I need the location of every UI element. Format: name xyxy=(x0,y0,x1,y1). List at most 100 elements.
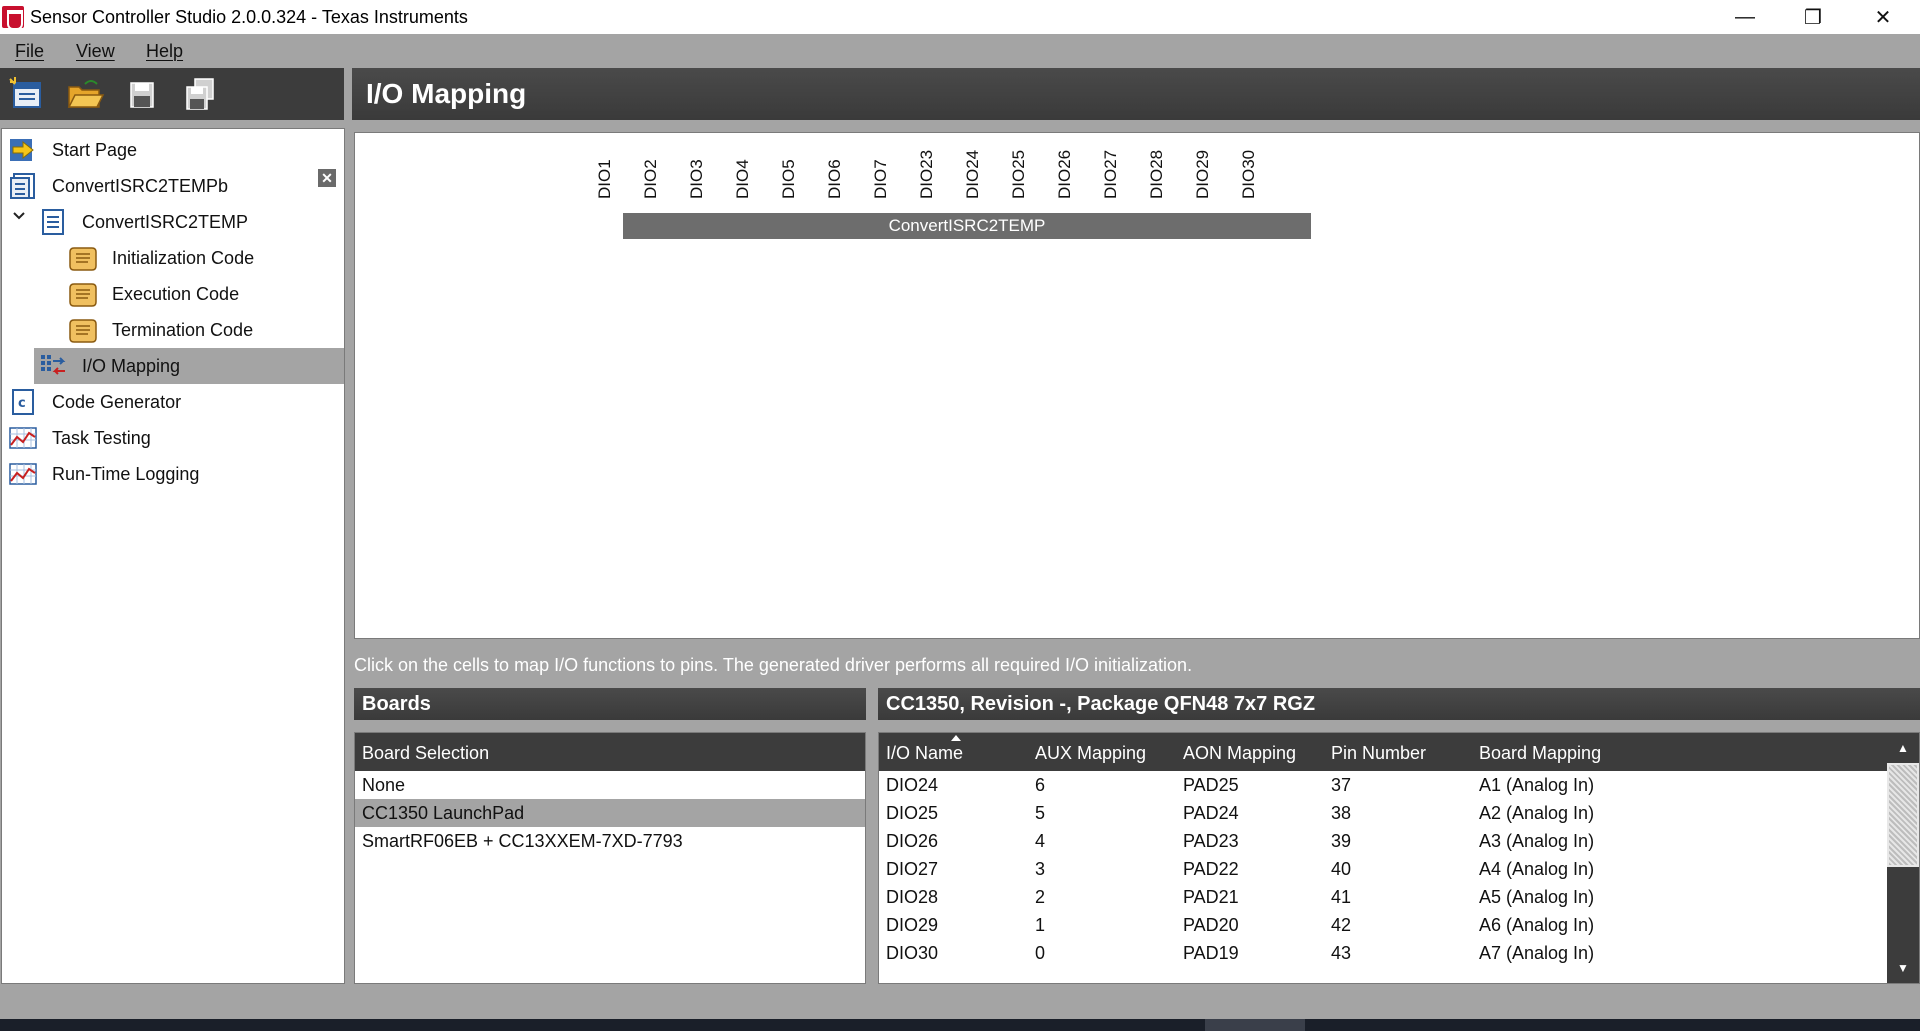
tree-item-execution-code[interactable]: Execution Code xyxy=(68,276,344,312)
menu-view[interactable]: View xyxy=(76,41,115,62)
window-title: Sensor Controller Studio 2.0.0.324 - Tex… xyxy=(30,7,468,27)
pin-column-header[interactable]: DIO25 xyxy=(991,143,1037,203)
pin-column-header[interactable]: DIO2 xyxy=(623,143,669,203)
tree-label: Termination Code xyxy=(112,319,254,340)
tree-item-task[interactable]: ConvertISRC2TEMP xyxy=(38,204,344,240)
minimize-button[interactable]: — xyxy=(1710,0,1780,34)
tree-item-task-testing[interactable]: Task Testing xyxy=(8,420,344,456)
title-bar: Sensor Controller Studio 2.0.0.324 - Tex… xyxy=(0,0,1920,34)
table-row[interactable]: DIO27 3 PAD22 40 A4 (Analog In) xyxy=(879,855,1887,883)
pin-column-header[interactable]: DIO26 xyxy=(1037,143,1083,203)
column-header-aux-mapping[interactable]: AUX Mapping xyxy=(1035,743,1146,764)
column-header-board-selection[interactable]: Board Selection xyxy=(362,743,489,764)
pin-column-header[interactable]: DIO1 xyxy=(577,143,623,203)
column-header-pin-number[interactable]: Pin Number xyxy=(1331,743,1426,764)
menu-file[interactable]: File xyxy=(15,41,44,62)
chip-header: CC1350, Revision -, Package QFN48 7x7 RG… xyxy=(878,688,1920,720)
pin-label: DIO24 xyxy=(963,149,982,199)
column-header-board-mapping[interactable]: Board Mapping xyxy=(1479,743,1601,764)
new-project-icon[interactable] xyxy=(8,75,48,113)
table-cell: 0 xyxy=(1035,943,1046,963)
task-row[interactable]: ConvertISRC2TEMP xyxy=(623,213,1311,239)
tree-label: I/O Mapping xyxy=(82,355,181,376)
scroll-up-icon[interactable]: ▲ xyxy=(1887,733,1919,763)
pin-column-header[interactable]: DIO7 xyxy=(853,143,899,203)
column-header-aon-mapping[interactable]: AON Mapping xyxy=(1183,743,1296,764)
pin-column-header[interactable]: DIO24 xyxy=(945,143,991,203)
scroll-thumb[interactable] xyxy=(1889,765,1917,865)
table-cell: 2 xyxy=(1035,887,1046,907)
pin-column-header[interactable]: DIO28 xyxy=(1129,143,1175,203)
table-row[interactable]: DIO24 6 PAD25 37 A1 (Analog In) xyxy=(879,771,1887,799)
tree-item-termination-code[interactable]: Termination Code xyxy=(68,312,344,348)
chevron-down-icon[interactable] xyxy=(12,209,26,223)
menu-help[interactable]: Help xyxy=(146,41,183,62)
tree-item-project[interactable]: ConvertISRC2TEMPb xyxy=(8,168,308,204)
table-cell: 41 xyxy=(1331,887,1352,907)
project-icon xyxy=(10,173,35,199)
pin-column-header[interactable]: DIO4 xyxy=(715,143,761,203)
table-cell: DIO29 xyxy=(886,915,939,935)
pin-column-header[interactable]: DIO27 xyxy=(1083,143,1129,203)
tree-item-start-page[interactable]: Start Page xyxy=(8,132,344,168)
scroll-track[interactable] xyxy=(1887,867,1919,953)
table-cell: 5 xyxy=(1035,803,1046,823)
table-cell: DIO28 xyxy=(886,887,939,907)
scroll-down-icon[interactable]: ▼ xyxy=(1887,953,1919,983)
tree-item-code-generator[interactable]: c Code Generator xyxy=(8,384,344,420)
open-folder-icon[interactable] xyxy=(65,75,105,113)
vertical-scrollbar[interactable]: ▲ ▼ xyxy=(1887,733,1919,983)
table-cell: 40 xyxy=(1331,859,1352,879)
table-row[interactable]: DIO30 0 PAD19 43 A7 (Analog In) xyxy=(879,939,1887,967)
board-row-none[interactable]: None xyxy=(355,771,865,799)
code-generator-icon: c xyxy=(12,389,34,415)
pin-label: DIO4 xyxy=(733,159,752,199)
pin-label: DIO28 xyxy=(1147,149,1166,199)
table-cell: 42 xyxy=(1331,915,1352,935)
taskbar-active-item[interactable] xyxy=(1205,1019,1305,1031)
pin-label: DIO26 xyxy=(1055,149,1074,199)
page-header: I/O Mapping xyxy=(352,68,1920,120)
table-cell: 1 xyxy=(1035,915,1046,935)
pin-column-header[interactable]: DIO6 xyxy=(807,143,853,203)
io-mapping-grid: DIO1 DIO2 DIO3 DIO4 DIO5 DIO6 DIO7 DIO23 DIO24 DI… xyxy=(354,132,1920,639)
table-cell: A1 (Analog In) xyxy=(1479,775,1595,795)
board-row-smartrf06eb[interactable]: SmartRF06EB + CC13XXEM-7XD-7793 xyxy=(355,827,865,855)
pin-column-header[interactable]: DIO23 xyxy=(899,143,945,203)
table-row[interactable]: DIO25 5 PAD24 38 A2 (Analog In) xyxy=(879,799,1887,827)
table-cell: PAD19 xyxy=(1183,943,1239,963)
close-project-button[interactable]: ✕ xyxy=(318,169,336,187)
pin-column-header[interactable]: DIO5 xyxy=(761,143,807,203)
table-cell: PAD21 xyxy=(1183,887,1239,907)
pin-column-header[interactable]: DIO29 xyxy=(1175,143,1221,203)
table-cell: PAD25 xyxy=(1183,775,1239,795)
pin-label: DIO5 xyxy=(779,159,798,199)
tree-item-io-mapping[interactable]: I/O Mapping xyxy=(34,348,344,384)
pin-column-header[interactable]: DIO30 xyxy=(1221,143,1267,203)
tree-label: Start Page xyxy=(52,139,138,160)
io-mapping-icon xyxy=(41,355,66,375)
pin-table-header: I/O Name AUX Mapping AON Mapping Pin Num… xyxy=(879,733,1919,771)
page-title: I/O Mapping xyxy=(366,78,527,109)
table-row[interactable]: DIO28 2 PAD21 41 A5 (Analog In) xyxy=(879,883,1887,911)
save-all-icon[interactable] xyxy=(180,75,220,113)
pin-label: DIO23 xyxy=(917,149,936,199)
table-cell: A3 (Analog In) xyxy=(1479,831,1595,851)
tree-item-initialization-code[interactable]: Initialization Code xyxy=(68,240,344,276)
pin-column-header[interactable]: DIO3 xyxy=(669,143,715,203)
table-cell: PAD24 xyxy=(1183,803,1239,823)
save-icon[interactable] xyxy=(122,75,162,113)
task-icon xyxy=(42,209,64,235)
tree-label: Execution Code xyxy=(112,283,240,304)
table-cell: 37 xyxy=(1331,775,1352,795)
table-row[interactable]: DIO26 4 PAD23 39 A3 (Analog In) xyxy=(879,827,1887,855)
table-row[interactable]: DIO29 1 PAD20 42 A6 (Analog In) xyxy=(879,911,1887,939)
table-cell: DIO26 xyxy=(886,831,939,851)
restore-button[interactable]: ❐ xyxy=(1778,0,1848,34)
pin-label: DIO7 xyxy=(871,159,890,199)
tree-item-run-time-logging[interactable]: Run-Time Logging xyxy=(8,456,344,492)
close-button[interactable]: ✕ xyxy=(1848,0,1918,34)
column-header-io-name[interactable]: I/O Name xyxy=(886,743,963,764)
board-row-cc1350-launchpad[interactable]: CC1350 LaunchPad xyxy=(355,799,865,827)
pin-table: I/O Name AUX Mapping AON Mapping Pin Num… xyxy=(878,732,1920,984)
